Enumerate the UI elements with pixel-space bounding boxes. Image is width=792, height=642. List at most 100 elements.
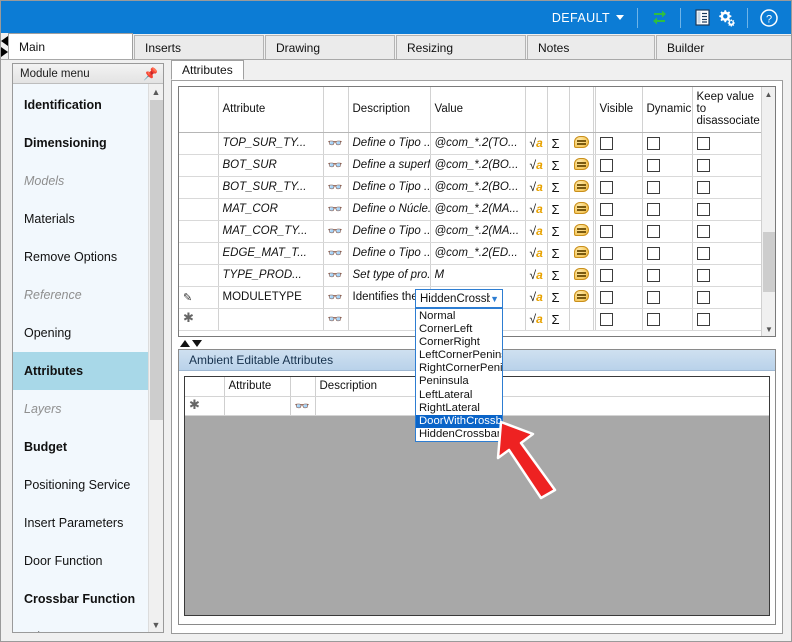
refresh-sync-icon[interactable]	[647, 6, 671, 30]
checkbox-visible[interactable]	[595, 308, 643, 331]
checkbox-dynamic[interactable]	[642, 176, 693, 199]
comment-bubble-icon[interactable]	[569, 176, 594, 199]
acol-attribute[interactable]: Attribute	[224, 377, 291, 397]
profile-dropdown[interactable]: DEFAULT	[548, 9, 628, 27]
pin-icon[interactable]: 📌	[143, 67, 158, 81]
scroll-up-icon[interactable]: ▲	[149, 84, 163, 99]
checkbox-keep-value[interactable]	[692, 264, 763, 287]
checkbox-dynamic[interactable]	[642, 264, 693, 287]
scroll-down-icon[interactable]: ▼	[762, 322, 775, 336]
checkbox-dynamic[interactable]	[642, 154, 693, 177]
scrollbar-thumb[interactable]	[150, 100, 163, 420]
sum-icon[interactable]: Σ	[547, 220, 570, 243]
binoculars-icon[interactable]: 👓	[323, 242, 349, 265]
formula-icon[interactable]: √a	[525, 176, 548, 199]
comment-bubble-icon[interactable]	[569, 154, 594, 177]
cell-value[interactable]: M	[430, 264, 526, 287]
checkbox-dynamic[interactable]	[642, 308, 693, 331]
comment-bubble-icon[interactable]	[569, 242, 594, 265]
checkbox-keep-value[interactable]	[692, 154, 763, 177]
dropdown-option-cornerright[interactable]: CornerRight	[416, 336, 502, 349]
cell-description[interactable]: Define o Tipo ...	[348, 132, 431, 155]
col-dynamic[interactable]: Dynamic	[642, 87, 693, 133]
col-description[interactable]: Description	[348, 87, 431, 133]
cell-attribute[interactable]: MODULETYPE	[218, 286, 324, 309]
dropdown-option-hiddencrossbar[interactable]: HiddenCrossbar	[416, 428, 502, 441]
dropdown-option-normal[interactable]: Normal	[416, 310, 502, 323]
sidebar-item-materials[interactable]: Materials	[13, 200, 148, 238]
cell-description[interactable]: Define o Tipo ...	[348, 220, 431, 243]
checkbox-keep-value[interactable]	[692, 176, 763, 199]
checkbox-dynamic[interactable]	[642, 132, 693, 155]
cell-value[interactable]: @com_*.2(TO...	[430, 132, 526, 155]
checkbox-visible[interactable]	[595, 176, 643, 199]
sidebar-item-models[interactable]: Models	[13, 162, 148, 200]
formula-icon[interactable]: √a	[525, 198, 548, 221]
checkbox-dynamic[interactable]	[642, 220, 693, 243]
checkbox-visible[interactable]	[595, 286, 643, 309]
binoculars-icon[interactable]: 👓	[290, 396, 316, 416]
binoculars-icon[interactable]: 👓	[323, 198, 349, 221]
checkbox-keep-value[interactable]	[692, 132, 763, 155]
checkbox-visible[interactable]	[595, 264, 643, 287]
sidebar-item-reference[interactable]: Reference	[13, 276, 148, 314]
tab-attributes[interactable]: Attributes	[171, 60, 244, 80]
formula-icon[interactable]: √a	[525, 308, 548, 331]
checkbox-visible[interactable]	[595, 242, 643, 265]
formula-icon[interactable]: √a	[525, 286, 548, 309]
comment-bubble-icon[interactable]	[569, 264, 594, 287]
cell-attribute[interactable]: BOT_SUR_TY...	[218, 176, 324, 199]
col-visible[interactable]: Visible	[595, 87, 643, 133]
acol-description[interactable]: Description	[315, 377, 426, 397]
cell-description[interactable]	[315, 396, 426, 416]
checkbox-visible[interactable]	[595, 154, 643, 177]
tab-notes[interactable]: Notes	[527, 35, 655, 59]
sidebar-item-crossbar-function[interactable]: Crossbar Function	[13, 580, 148, 618]
sidebar-item-dimensioning[interactable]: Dimensioning	[13, 124, 148, 162]
col-attribute[interactable]: Attribute	[218, 87, 324, 133]
sum-icon[interactable]: Σ	[547, 132, 570, 155]
table-row[interactable]: TOP_SUR_TY... 👓 Define o Tipo ... @com_*…	[179, 132, 763, 155]
sum-icon[interactable]: Σ	[547, 154, 570, 177]
scroll-down-icon[interactable]: ▼	[149, 617, 163, 632]
cell-attribute[interactable]: TYPE_PROD...	[218, 264, 324, 287]
cell-attribute[interactable]	[218, 308, 324, 331]
cell-value[interactable]: @com_*.2(BO...	[430, 176, 526, 199]
sum-icon[interactable]: Σ	[547, 286, 570, 309]
cell-value[interactable]: @com_*.2(ED...	[430, 242, 526, 265]
sidebar-item-attributes[interactable]: Attributes	[13, 352, 148, 390]
checkbox-keep-value[interactable]	[692, 308, 763, 331]
checkbox-keep-value[interactable]	[692, 198, 763, 221]
col-keep-value[interactable]: Keep value to disassociate	[692, 87, 763, 133]
tab-scroll-arrows[interactable]	[1, 33, 8, 59]
cell-attribute[interactable]: BOT_SUR	[218, 154, 324, 177]
binoculars-icon[interactable]: 👓	[323, 308, 349, 331]
table-row[interactable]: BOT_SUR_TY... 👓 Define o Tipo ... @com_*…	[179, 176, 763, 199]
settings-gears-icon[interactable]	[714, 6, 738, 30]
tab-scroll-right-icon[interactable]	[1, 46, 8, 57]
list-report-icon[interactable]	[690, 6, 714, 30]
sidebar-item-layers[interactable]: Layers	[13, 390, 148, 428]
binoculars-icon[interactable]: 👓	[323, 132, 349, 155]
cell-description[interactable]: Define o Tipo ...	[348, 176, 431, 199]
cell-attribute[interactable]: TOP_SUR_TY...	[218, 132, 324, 155]
sum-icon[interactable]: Σ	[547, 176, 570, 199]
table-row[interactable]: MAT_COR 👓 Define o Núcle... @com_*.2(MA.…	[179, 198, 763, 221]
sidebar-item-identification[interactable]: Identification	[13, 86, 148, 124]
col-value[interactable]: Value	[430, 87, 526, 133]
binoculars-icon[interactable]: 👓	[323, 154, 349, 177]
dropdown-option-cornerleft[interactable]: CornerLeft	[416, 323, 502, 336]
scroll-up-icon[interactable]: ▲	[762, 87, 775, 101]
tab-inserts[interactable]: Inserts	[134, 35, 264, 59]
dropdown-option-doorwithcrossbar[interactable]: DoorWithCrossbar	[416, 414, 502, 428]
cell-attribute[interactable]: EDGE_MAT_T...	[218, 242, 324, 265]
sum-icon[interactable]: Σ	[547, 198, 570, 221]
collapse-down-icon[interactable]	[192, 339, 202, 347]
dropdown-option-rightlateral[interactable]: RightLateral	[416, 402, 502, 415]
tab-scroll-left-icon[interactable]	[1, 35, 8, 46]
dropdown-option-peninsula[interactable]: Peninsula	[416, 375, 502, 388]
sidebar-item-opening[interactable]: Opening	[13, 314, 148, 352]
table-row[interactable]: TYPE_PROD... 👓 Set type of pro... M √a Σ	[179, 264, 763, 287]
tab-builder[interactable]: Builder	[656, 35, 791, 59]
tab-drawing[interactable]: Drawing	[265, 35, 395, 59]
